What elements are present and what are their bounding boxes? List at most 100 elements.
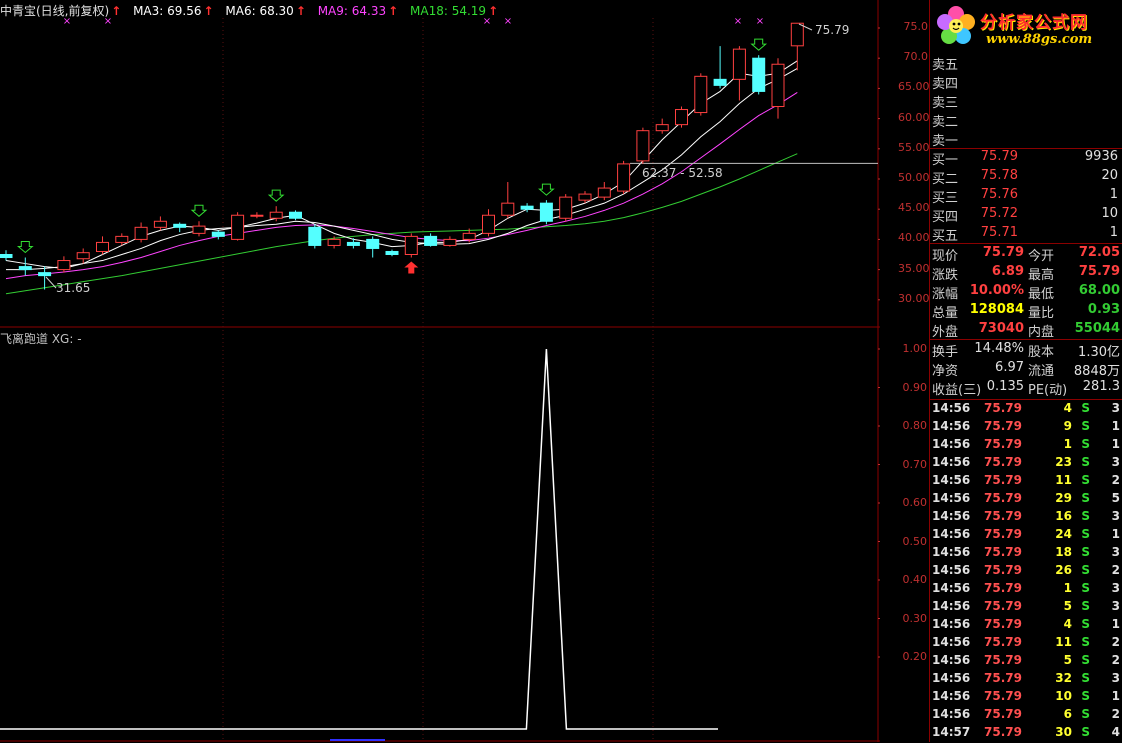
tick-price: 75.79 <box>984 419 1022 433</box>
tick-price: 75.79 <box>984 599 1022 613</box>
stats-label: PE(动) <box>1028 383 1068 398</box>
indicator-tick-label: 0.30 <box>902 611 928 625</box>
up-arrow-icon: ↑ <box>203 4 214 18</box>
sell-order-row[interactable]: 卖五 <box>932 54 1122 73</box>
tick-row[interactable]: 14:56 75.79 9 S 1 <box>932 419 1122 437</box>
tick-volume: 26 <box>1055 563 1072 577</box>
buy-order-row[interactable]: 买五 75.71 1 <box>932 225 1122 244</box>
stats-label: 换手 <box>932 345 959 360</box>
candle-body <box>346 241 360 246</box>
tick-row[interactable]: 14:56 75.79 6 S 2 <box>932 707 1122 725</box>
ma6-label: MA6: 68.30 <box>225 4 294 18</box>
tick-row[interactable]: 14:56 75.79 5 S 2 <box>932 653 1122 671</box>
tick-side: S <box>1081 509 1090 523</box>
tick-row[interactable]: 14:56 75.79 4 S 1 <box>932 617 1122 635</box>
buy-order-row[interactable]: 买一 75.79 9936 <box>932 149 1122 168</box>
tick-volume: 32 <box>1055 671 1072 685</box>
sell-order-row[interactable]: 卖二 <box>932 111 1122 130</box>
tick-count: 3 <box>1111 545 1120 559</box>
divider <box>930 339 1122 340</box>
low-price-label: 31.65 <box>56 281 90 295</box>
tick-side: S <box>1081 419 1090 433</box>
down-arrow-icon <box>750 38 768 51</box>
chart-header: 中青宝(日线,前复权) ↑ MA3: 69.56 ↑ MA6: 68.30 ↑ MA9… <box>0 2 506 18</box>
tick-row[interactable]: 14:56 75.79 10 S 1 <box>932 689 1122 707</box>
price-tick-label: 55.00 <box>898 140 930 154</box>
stats-value: 8848万 <box>1073 364 1120 379</box>
candle-body <box>675 109 688 126</box>
tick-row[interactable]: 14:56 75.79 29 S 5 <box>932 491 1122 509</box>
candle-body <box>443 238 457 246</box>
tick-side: S <box>1081 617 1090 631</box>
buy-order-row[interactable]: 买四 75.72 10 <box>932 206 1122 225</box>
candle-body <box>18 266 32 271</box>
tick-volume: 11 <box>1055 635 1072 649</box>
tick-row[interactable]: 14:56 75.79 1 S 1 <box>932 437 1122 455</box>
tick-row[interactable]: 14:56 75.79 26 S 2 <box>932 563 1122 581</box>
indicator-tick-label: 0.80 <box>902 419 928 432</box>
kline-chart[interactable]: × × × × × ×75.7931.6562.37 - 52.58 <box>0 0 880 742</box>
tick-row[interactable]: 14:56 75.79 18 S 3 <box>932 545 1122 563</box>
tick-side: S <box>1081 491 1090 505</box>
quote-label: 总量 <box>932 306 959 321</box>
tick-time: 14:56 <box>932 635 971 649</box>
tick-row[interactable]: 14:56 75.79 4 S 3 <box>932 401 1122 419</box>
ma18-label: MA18: 54.19 <box>410 4 487 18</box>
buy-price: 75.72 <box>980 206 1018 221</box>
stock-title: 中青宝(日线,前复权) <box>0 4 110 18</box>
sell-level-label: 卖二 <box>932 115 959 130</box>
candle-body <box>732 48 746 80</box>
tick-volume: 16 <box>1055 509 1072 523</box>
tick-row[interactable]: 14:56 75.79 32 S 3 <box>932 671 1122 689</box>
quote-value: 75.79 <box>1078 264 1120 279</box>
tick-count: 2 <box>1111 563 1120 577</box>
candle-body <box>134 226 148 240</box>
up-arrow-icon: ↑ <box>111 4 122 18</box>
buy-level-label: 买三 <box>932 191 959 206</box>
sell-order-row[interactable]: 卖四 <box>932 73 1122 92</box>
price-tick-label: 60.00 <box>898 110 930 124</box>
tick-row[interactable]: 14:56 75.79 11 S 2 <box>932 635 1122 653</box>
tick-price: 75.79 <box>984 491 1022 505</box>
tick-count: 2 <box>1111 707 1120 721</box>
sell-order-row[interactable]: 卖三 <box>932 92 1122 111</box>
candle-body <box>192 225 206 234</box>
candle-body <box>289 211 302 219</box>
down-arrow-icon <box>267 189 285 202</box>
buy-volume: 9936 <box>1084 149 1118 164</box>
tick-price: 75.79 <box>984 563 1022 577</box>
sell-level-label: 卖三 <box>932 96 959 111</box>
tick-volume: 29 <box>1055 491 1072 505</box>
candle-body <box>636 130 650 162</box>
tick-row[interactable]: 14:56 75.79 24 S 1 <box>932 527 1122 545</box>
up-arrow-icon: ↑ <box>488 4 499 18</box>
tick-count: 5 <box>1111 491 1120 505</box>
tick-price: 75.79 <box>984 581 1022 595</box>
tick-time: 14:56 <box>932 545 971 559</box>
tick-row[interactable]: 14:57 75.79 30 S 4 <box>932 725 1122 743</box>
tick-time: 14:56 <box>932 599 971 613</box>
quote-value: 10.00% <box>969 283 1024 298</box>
kline-chart-area[interactable]: × × × × × × 75.79 31.65 62.37 - 52.58 中青宝(日线,前复权… <box>0 0 880 742</box>
indicator-tick-label: 0.20 <box>902 650 928 663</box>
tick-time: 14:56 <box>932 671 971 685</box>
candle-body <box>713 78 727 86</box>
buy-level-label: 买二 <box>932 172 959 187</box>
stats-row: 换手 14.48% 股本 1.30亿 <box>932 341 1122 360</box>
tick-row[interactable]: 14:56 75.79 16 S 3 <box>932 509 1122 527</box>
tick-volume: 1 <box>1063 437 1072 451</box>
tick-row[interactable]: 14:56 75.79 5 S 3 <box>932 599 1122 617</box>
tick-count: 3 <box>1111 671 1120 685</box>
buy-order-row[interactable]: 买三 75.76 1 <box>932 187 1122 206</box>
tick-row[interactable]: 14:56 75.79 1 S 3 <box>932 581 1122 599</box>
tick-volume: 30 <box>1055 725 1072 739</box>
signal-marker: × <box>734 16 742 27</box>
xg-indicator-line <box>0 348 718 730</box>
logo: 分析家公式网 www.88gs.com <box>930 0 1122 54</box>
tick-row[interactable]: 14:56 75.79 11 S 2 <box>932 473 1122 491</box>
sell-order-row[interactable]: 卖一 <box>932 130 1122 149</box>
tick-row[interactable]: 14:56 75.79 23 S 3 <box>932 455 1122 473</box>
quote-panel: 分析家公式网 www.88gs.com 卖五 卖四卖三卖二 卖一 买一 75.79 … <box>929 0 1122 742</box>
buy-level-label: 买四 <box>932 210 959 225</box>
buy-order-row[interactable]: 买二 75.78 20 <box>932 168 1122 187</box>
